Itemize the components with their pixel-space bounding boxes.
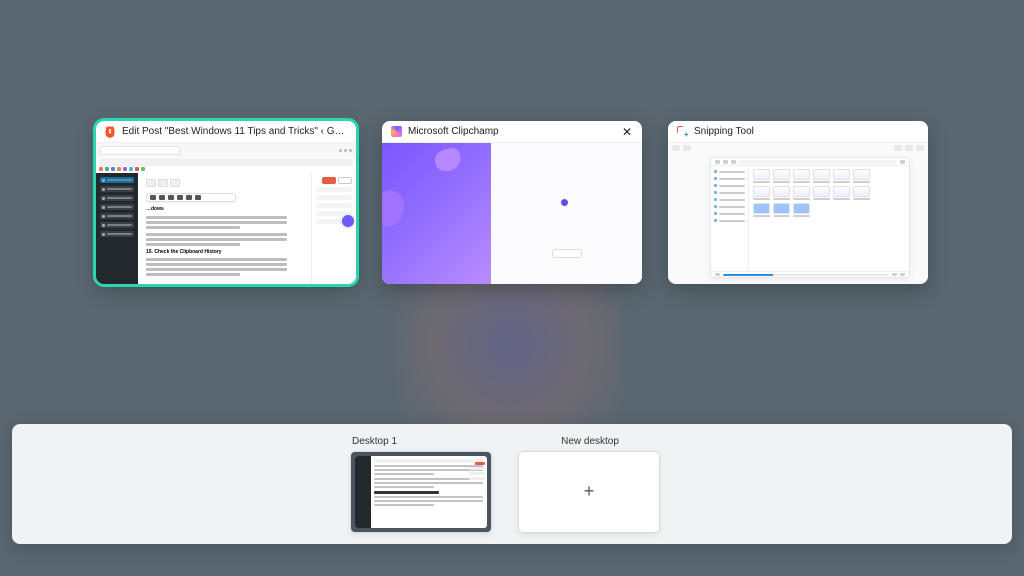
browser-tabstrip [96,143,356,157]
section-heading: 15. Check the Clipboard History [146,249,303,257]
window-title: Microsoft Clipchamp [408,126,614,137]
clipchamp-panel [491,143,642,284]
window-title: Snipping Tool [694,126,920,137]
desktop-thumbnail[interactable] [350,451,492,533]
editor-top-toolbar [146,179,303,189]
file-explorer [710,157,910,278]
open-windows-row: Edit Post "Best Windows 11 Tips and Tric… [96,121,928,284]
mini-window-preview [355,456,487,528]
window-titlebar: Snipping Tool [668,121,928,143]
floating-action-badge [342,215,354,227]
window-titlebar: Microsoft Clipchamp ✕ [382,121,642,143]
task-window-brave[interactable]: Edit Post "Best Windows 11 Tips and Tric… [96,121,356,284]
new-desktop-button[interactable]: + [518,451,660,533]
explorer-nav [711,166,749,271]
virtual-desktops-strip: Desktop 1 New desktop + [12,424,1012,544]
explorer-grid [749,166,909,271]
close-icon[interactable]: ✕ [620,126,634,138]
window-thumbnail: …dows 15. Check the Clipboard History [96,143,356,284]
explorer-header [711,158,909,166]
browser-bookmarks-bar [96,166,356,173]
wordpress-settings-panel [311,173,356,284]
loading-indicator [561,199,568,206]
wordpress-editor: …dows 15. Check the Clipboard History [96,173,356,284]
window-thumbnail [668,143,928,284]
task-window-clipchamp[interactable]: Microsoft Clipchamp ✕ [382,121,642,284]
browser-controls [339,149,352,152]
browser-url-bar [99,158,353,166]
desktop-label: New desktop [561,436,619,447]
snipping-tool-icon [676,126,688,138]
desktop-current[interactable]: Desktop 1 [350,436,492,533]
section-heading: …dows [146,206,303,214]
window-titlebar: Edit Post "Best Windows 11 Tips and Tric… [96,121,356,143]
wordpress-main: …dows 15. Check the Clipboard History [138,173,356,284]
clipchamp-preview [382,143,491,284]
wordpress-content: …dows 15. Check the Clipboard History [138,173,311,284]
brave-icon [104,126,116,138]
window-title: Edit Post "Best Windows 11 Tips and Tric… [122,126,348,137]
browser-tab [100,146,180,155]
snip-toolbar [668,143,928,153]
clipchamp-button [552,249,582,258]
task-window-snipping-tool[interactable]: Snipping Tool [668,121,928,284]
plus-icon: + [584,481,595,502]
window-thumbnail [382,143,642,284]
desktop-new[interactable]: New desktop + [518,436,660,533]
block-toolbar [146,193,236,202]
clipchamp-icon [390,126,402,138]
wordpress-sidebar [96,173,138,284]
explorer-status-bar [711,271,909,277]
desktop-label: Desktop 1 [352,436,397,447]
